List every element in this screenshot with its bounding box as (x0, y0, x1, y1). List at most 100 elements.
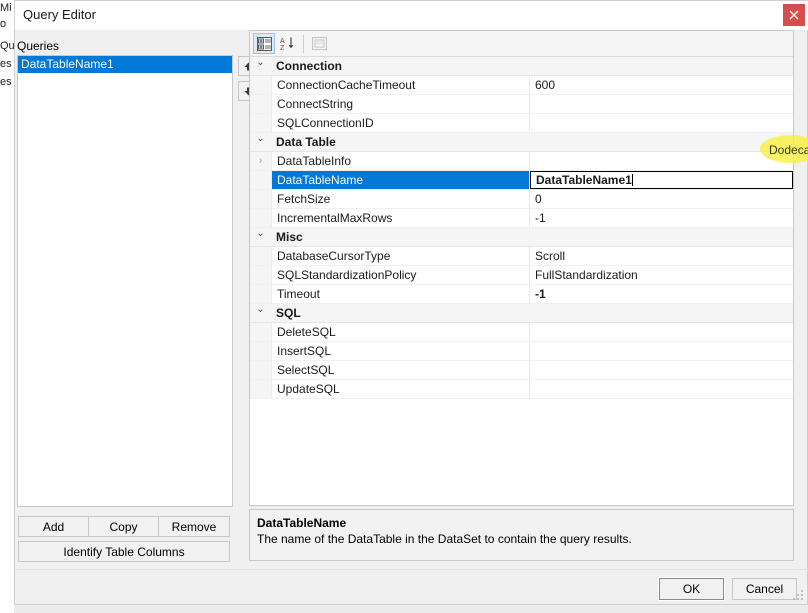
row-gutter (250, 171, 272, 189)
property-category-row[interactable]: ⌄Data Table (250, 133, 793, 152)
property-value[interactable] (530, 95, 793, 113)
property-value[interactable] (530, 342, 793, 360)
property-name: Connection (271, 57, 529, 75)
property-name: InsertSQL (272, 342, 530, 360)
property-category-row[interactable]: ⌄Misc (250, 228, 793, 247)
row-gutter: ⌄ (250, 304, 271, 322)
svg-text:Z: Z (280, 45, 285, 51)
description-title: DataTableName (257, 516, 346, 530)
property-name: FetchSize (272, 190, 530, 208)
identify-table-columns-button[interactable]: Identify Table Columns (18, 541, 230, 562)
property-name: Timeout (272, 285, 530, 303)
property-grid-rows: ⌄ConnectionConnectionCacheTimeout600Conn… (250, 57, 793, 505)
property-value[interactable] (530, 361, 793, 379)
property-value[interactable]: FullStandardization (530, 266, 793, 284)
row-gutter (250, 247, 272, 265)
property-name: DataTableName (272, 171, 530, 189)
row-gutter (250, 285, 272, 303)
property-row[interactable]: IncrementalMaxRows-1 (250, 209, 793, 228)
property-row[interactable]: ConnectionCacheTimeout600 (250, 76, 793, 95)
property-value (529, 133, 793, 151)
svg-text:A: A (280, 38, 285, 45)
property-row[interactable]: ConnectString (250, 95, 793, 114)
query-editor-dialog: Query Editor Queries DataTableName1 Add … (14, 0, 808, 605)
row-gutter (250, 76, 272, 94)
background-text-fragment: Qu (0, 40, 14, 52)
chevron-down-icon[interactable]: ⌄ (250, 228, 271, 240)
property-row[interactable]: Timeout-1 (250, 285, 793, 304)
chevron-down-icon[interactable]: ⌄ (250, 133, 271, 145)
property-category-row[interactable]: ⌄Connection (250, 57, 793, 76)
property-value[interactable]: Scroll (530, 247, 793, 265)
property-name: IncrementalMaxRows (272, 209, 530, 227)
query-list-item[interactable]: DataTableName1 (18, 56, 232, 73)
property-pages-icon[interactable] (308, 33, 330, 54)
property-row[interactable]: ›DataTableInfo (250, 152, 793, 171)
chevron-down-icon[interactable]: ⌄ (250, 304, 271, 316)
row-gutter (250, 380, 272, 398)
property-row[interactable]: SQLStandardizationPolicyFullStandardizat… (250, 266, 793, 285)
remove-button[interactable]: Remove (158, 516, 230, 537)
property-value[interactable] (530, 323, 793, 341)
window-shadow (14, 605, 808, 613)
categorized-view-icon[interactable] (253, 33, 275, 54)
background-text-fragment: es (0, 76, 12, 88)
background-strip: MioQueses (0, 0, 14, 613)
add-button[interactable]: Add (18, 516, 89, 537)
toolbar-separator (303, 35, 304, 53)
property-name: UpdateSQL (272, 380, 530, 398)
property-value (529, 57, 793, 75)
property-row[interactable]: SQLConnectionID (250, 114, 793, 133)
copy-button[interactable]: Copy (88, 516, 159, 537)
row-gutter: ⌄ (250, 57, 271, 75)
property-value[interactable] (530, 152, 793, 170)
property-name: Data Table (271, 133, 529, 151)
row-gutter (250, 323, 272, 341)
property-value[interactable] (530, 380, 793, 398)
row-gutter (250, 95, 272, 113)
property-name: ConnectString (272, 95, 530, 113)
property-grid-toolbar: A Z (250, 31, 793, 57)
property-row[interactable]: FetchSize0 (250, 190, 793, 209)
property-name: DataTableInfo (272, 152, 530, 170)
property-row[interactable]: InsertSQL (250, 342, 793, 361)
window-title: Query Editor (23, 7, 96, 22)
property-row[interactable]: DatabaseCursorTypeScroll (250, 247, 793, 266)
property-name: ConnectionCacheTimeout (272, 76, 530, 94)
footer-separator (15, 569, 808, 570)
close-icon[interactable] (783, 4, 805, 26)
text-cursor (632, 174, 633, 186)
property-category-row[interactable]: ⌄SQL (250, 304, 793, 323)
property-value[interactable]: -1 (530, 209, 793, 227)
queries-list[interactable]: DataTableName1 (17, 55, 233, 507)
chevron-down-icon[interactable]: ⌄ (250, 57, 271, 69)
row-gutter (250, 114, 272, 132)
property-row[interactable]: DeleteSQL (250, 323, 793, 342)
background-text-fragment: Mi (0, 2, 12, 14)
cancel-button[interactable]: Cancel (732, 578, 797, 600)
property-value-input[interactable]: DataTableName1 (530, 171, 793, 189)
row-gutter (250, 266, 272, 284)
property-row[interactable]: SelectSQL (250, 361, 793, 380)
property-value[interactable]: 0 (530, 190, 793, 208)
description-pane: DataTableName The name of the DataTable … (249, 509, 794, 561)
row-gutter (250, 361, 272, 379)
property-value (529, 228, 793, 246)
property-value[interactable]: -1 (530, 285, 793, 303)
property-row[interactable]: UpdateSQL (250, 380, 793, 399)
property-value (529, 304, 793, 322)
chevron-right-icon[interactable]: › (250, 152, 271, 170)
alphabetical-sort-icon[interactable]: A Z (277, 33, 299, 54)
resize-grip[interactable] (793, 590, 805, 602)
queries-label: Queries (17, 39, 59, 53)
background-text-fragment: o (0, 18, 6, 30)
property-grid: A Z ⌄ConnectionConnectionCacheTimeout600… (249, 30, 794, 506)
ok-button[interactable]: OK (659, 578, 724, 600)
property-name: SQLStandardizationPolicy (272, 266, 530, 284)
property-row[interactable]: DataTableNameDataTableName1 (250, 171, 793, 190)
row-gutter (250, 342, 272, 360)
property-name: Misc (271, 228, 529, 246)
property-value-highlighted[interactable] (530, 114, 793, 132)
property-name: SQL (271, 304, 529, 322)
property-value[interactable]: 600 (530, 76, 793, 94)
